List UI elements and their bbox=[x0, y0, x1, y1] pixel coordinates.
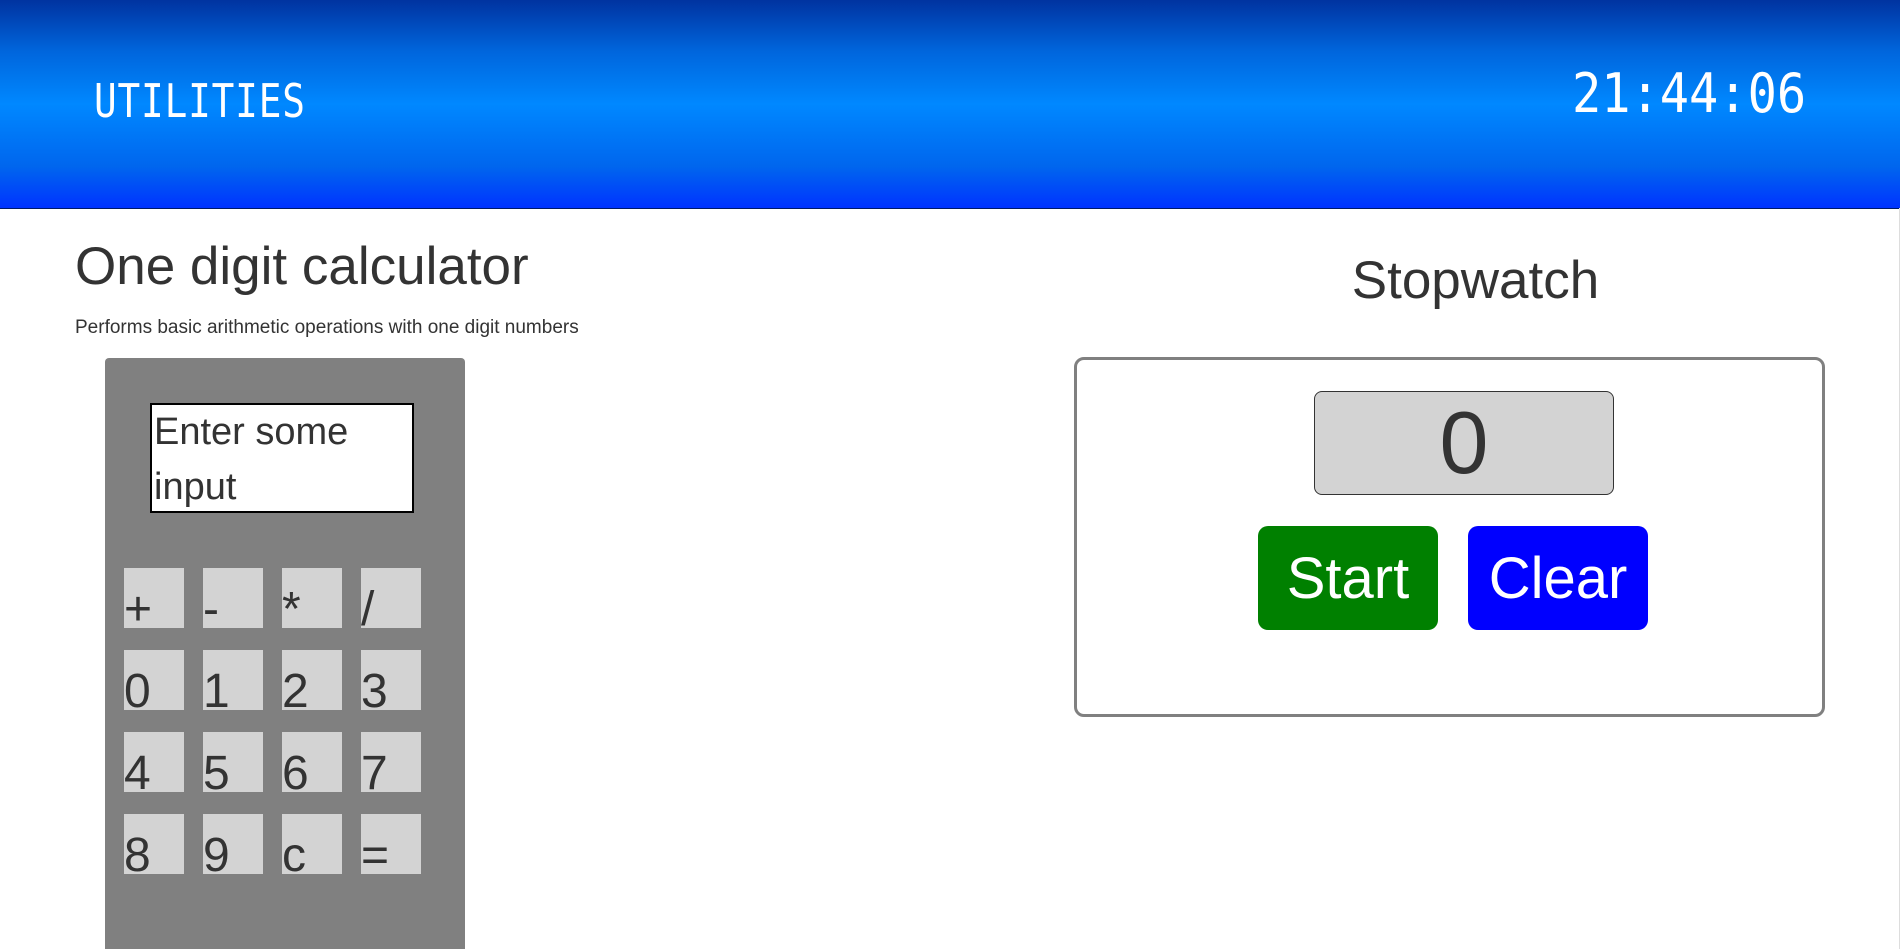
key-equals-button[interactable]: = bbox=[361, 814, 421, 874]
key-0-button[interactable]: 0 bbox=[124, 650, 184, 710]
key-1-button[interactable]: 1 bbox=[203, 650, 263, 710]
key-label: - bbox=[203, 583, 219, 629]
key-4-button[interactable]: 4 bbox=[124, 732, 184, 792]
page: UTILITIES 21:44:06 One digit calculator … bbox=[0, 0, 1900, 949]
key-label: 0 bbox=[124, 665, 151, 711]
calculator-keypad: + - * / 0 1 2 3 4 5 6 7 8 9 c = bbox=[124, 568, 421, 874]
key-multiply-button[interactable]: * bbox=[282, 568, 342, 628]
key-label: / bbox=[361, 583, 375, 629]
key-minus-button[interactable]: - bbox=[203, 568, 263, 628]
clear-button[interactable]: Clear bbox=[1468, 526, 1648, 630]
start-button[interactable]: Start bbox=[1258, 526, 1438, 630]
key-7-button[interactable]: 7 bbox=[361, 732, 421, 792]
key-5-button[interactable]: 5 bbox=[203, 732, 263, 792]
key-6-button[interactable]: 6 bbox=[282, 732, 342, 792]
key-3-button[interactable]: 3 bbox=[361, 650, 421, 710]
stopwatch-panel: 0 Start Clear bbox=[1074, 357, 1825, 717]
key-label: + bbox=[124, 583, 153, 629]
stopwatch-display: 0 bbox=[1314, 391, 1614, 495]
calculator-description: Performs basic arithmetic operations wit… bbox=[75, 317, 579, 338]
key-8-button[interactable]: 8 bbox=[124, 814, 184, 874]
header-bar: UTILITIES 21:44:06 bbox=[0, 0, 1900, 209]
key-label: 2 bbox=[282, 665, 309, 711]
stopwatch-title: Stopwatch bbox=[1351, 251, 1600, 310]
key-9-button[interactable]: 9 bbox=[203, 814, 263, 874]
key-label: 9 bbox=[203, 829, 230, 875]
key-2-button[interactable]: 2 bbox=[282, 650, 342, 710]
key-label: = bbox=[361, 829, 390, 875]
key-label: 5 bbox=[203, 747, 230, 793]
calculator-title: One digit calculator bbox=[75, 237, 529, 296]
calculator-display-input[interactable] bbox=[150, 403, 414, 513]
key-label: 4 bbox=[124, 747, 151, 793]
key-label: 7 bbox=[361, 747, 388, 793]
key-clear-button[interactable]: c bbox=[282, 814, 342, 874]
calculator-body: + - * / 0 1 2 3 4 5 6 7 8 9 c = bbox=[105, 358, 465, 949]
key-label: * bbox=[282, 583, 301, 629]
key-label: c bbox=[282, 829, 306, 875]
app-title: UTILITIES bbox=[94, 74, 306, 128]
key-label: 3 bbox=[361, 665, 388, 711]
digital-clock: 21:44:06 bbox=[1571, 62, 1806, 125]
key-label: 1 bbox=[203, 665, 230, 711]
key-label: 8 bbox=[124, 829, 151, 875]
key-divide-button[interactable]: / bbox=[361, 568, 421, 628]
key-plus-button[interactable]: + bbox=[124, 568, 184, 628]
key-label: 6 bbox=[282, 747, 309, 793]
